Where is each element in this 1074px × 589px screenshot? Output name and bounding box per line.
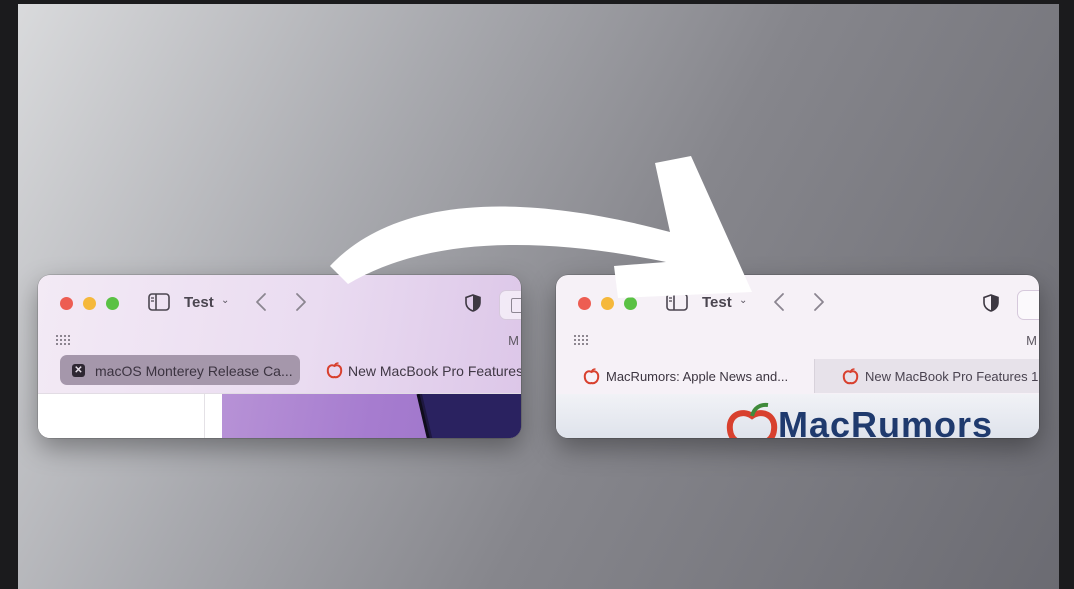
tab-bar: ✕ macOS Monterey Release Ca... New MacBo… <box>38 355 521 393</box>
privacy-shield-icon[interactable] <box>465 294 481 312</box>
macrumors-logo-icon <box>726 402 778 438</box>
tab-inactive[interactable]: New MacBook Pro Features <box>314 355 521 385</box>
close-icon[interactable]: ✕ <box>72 364 85 377</box>
minimize-window-button[interactable] <box>601 297 614 310</box>
laptop-image <box>416 394 521 438</box>
minimize-window-button[interactable] <box>83 297 96 310</box>
back-chevron-icon[interactable] <box>252 288 270 316</box>
close-window-button[interactable] <box>60 297 73 310</box>
tab-group-name[interactable]: Test <box>702 294 732 311</box>
tab-label: macOS Monterey Release Ca... <box>95 363 293 379</box>
grid-icon[interactable] <box>573 334 588 346</box>
favorites-bar: M <box>38 331 521 355</box>
chevron-down-icon[interactable]: ⌄ <box>221 295 229 306</box>
stage-background: Test ⌄ M ✕ macOS Monterey Release Ca... … <box>18 4 1059 589</box>
tab-inactive[interactable]: New MacBook Pro Features 1... <box>814 359 1039 393</box>
favorites-item-cut[interactable]: M <box>508 333 519 348</box>
tab-label: MacRumors: Apple News and... <box>606 369 789 384</box>
favorites-item-cut[interactable]: M <box>1026 333 1037 348</box>
tab-bar: MacRumors: Apple News and... New MacBook… <box>556 359 1039 395</box>
safari-window-before: Test ⌄ M ✕ macOS Monterey Release Ca... … <box>38 275 521 438</box>
grid-icon[interactable] <box>55 334 70 346</box>
chevron-down-icon[interactable]: ⌄ <box>739 295 747 306</box>
tab-label: New MacBook Pro Features <box>348 363 521 379</box>
hero-image <box>222 394 521 438</box>
tab-active[interactable]: MacRumors: Apple News and... <box>556 359 814 393</box>
close-window-button[interactable] <box>578 297 591 310</box>
tab-active[interactable]: ✕ macOS Monterey Release Ca... <box>60 355 300 385</box>
tab-group-name[interactable]: Test <box>184 294 214 311</box>
safari-window-after: Test ⌄ M MacRumors: Apple News and... Ne… <box>556 275 1039 438</box>
reader-icon[interactable] <box>511 298 521 313</box>
back-chevron-icon[interactable] <box>770 288 788 316</box>
zoom-window-button[interactable] <box>106 297 119 310</box>
toolbar: Test ⌄ <box>556 275 1039 331</box>
tab-label: New MacBook Pro Features 1... <box>865 369 1039 384</box>
brand-wordmark: MacRumors <box>778 404 994 438</box>
address-bar[interactable] <box>1017 290 1039 320</box>
forward-chevron-icon[interactable] <box>292 288 310 316</box>
toolbar: Test ⌄ <box>38 275 521 331</box>
favorites-bar: M <box>556 331 1039 355</box>
sidebar-toggle-icon[interactable] <box>666 293 688 311</box>
page-content <box>38 393 521 438</box>
zoom-window-button[interactable] <box>624 297 637 310</box>
forward-chevron-icon[interactable] <box>810 288 828 316</box>
page-content: MacRumors <box>556 394 1039 438</box>
macrumors-apple-icon <box>326 362 343 379</box>
privacy-shield-icon[interactable] <box>983 294 999 312</box>
macrumors-apple-icon <box>842 368 859 385</box>
content-divider <box>204 394 205 438</box>
sidebar-toggle-icon[interactable] <box>148 293 170 311</box>
address-bar[interactable] <box>499 290 521 320</box>
macrumors-apple-icon <box>583 368 600 385</box>
